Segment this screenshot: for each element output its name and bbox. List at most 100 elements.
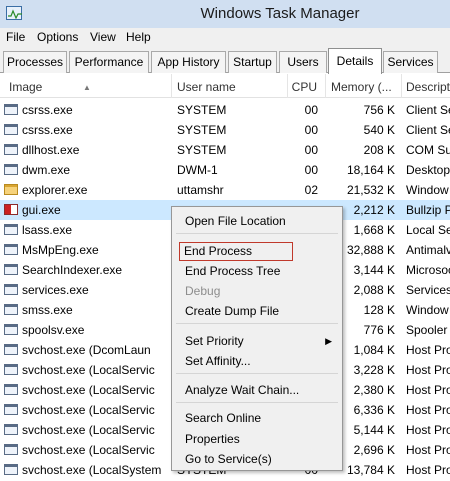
cell-image: svchost.exe (LocalSystem [4,460,171,480]
gui-app-icon [4,204,18,215]
context-menu: Open File Location End Process End Process… [171,206,343,471]
submenu-arrow-icon: ▶ [325,336,332,346]
menu-item-label: Set Affinity... [185,354,251,368]
table-row[interactable]: csrss.exe SYSTEM 00 756 K Client Se [0,100,450,120]
cell-image: svchost.exe (LocalServic [4,420,171,440]
menu-item-label: Analyze Wait Chain... [185,383,300,397]
cell-user-name: SYSTEM [177,103,227,117]
cell-description: Host Pro [406,383,450,397]
process-icon [4,404,18,415]
menu-search-online[interactable]: Search Online [174,409,340,428]
menu-properties[interactable]: Properties [174,430,340,449]
process-name: svchost.exe (LocalServic [22,443,155,457]
process-icon [4,244,18,255]
menu-end-process[interactable]: End Process [179,242,293,261]
column-header-description[interactable]: Descript [402,74,450,98]
process-name: csrss.exe [22,123,73,137]
menu-options[interactable]: Options [37,30,78,44]
menu-separator [176,233,338,234]
cell-description: Host Pro [406,463,450,477]
tab-users[interactable]: Users [279,51,327,73]
process-icon [4,324,18,335]
process-name: gui.exe [22,203,61,217]
cell-description: Services [406,283,450,297]
column-header-row: ▲ Image User name CPU Memory (... Descri… [0,74,450,98]
column-header-image[interactable]: ▲ Image [0,74,172,98]
column-header-user-name[interactable]: User name [172,74,288,98]
cell-memory: 540 K [363,123,395,137]
cell-memory: 18,164 K [346,163,395,177]
menu-open-file-location[interactable]: Open File Location [174,212,340,231]
menu-item-label: Open File Location [185,214,286,228]
menu-file[interactable]: File [6,30,25,44]
menu-item-label: Create Dump File [185,304,280,318]
cell-description: Host Pro [406,363,450,377]
cell-image: csrss.exe [4,120,171,140]
window-title: Windows Task Manager [200,5,360,22]
menu-item-label: End Process [184,244,253,258]
process-icon [4,344,18,355]
table-row[interactable]: explorer.exe uttamshr 02 21,532 K Window [0,180,450,200]
process-name: csrss.exe [22,103,73,117]
process-icon [4,364,18,375]
process-name: lsass.exe [22,223,73,237]
column-header-memory[interactable]: Memory (... [326,74,402,98]
process-name: svchost.exe (LocalServic [22,363,155,377]
tab-services[interactable]: Services [383,51,438,73]
menu-set-affinity[interactable]: Set Affinity... [174,352,340,371]
cell-image: gui.exe [4,200,171,220]
cell-image: lsass.exe [4,220,171,240]
tab-performance[interactable]: Performance [69,51,149,73]
menu-go-to-services[interactable]: Go to Service(s) [174,450,340,469]
process-name: SearchIndexer.exe [22,263,123,277]
menu-separator [176,323,338,324]
table-row[interactable]: dllhost.exe SYSTEM 00 208 K COM Sur [0,140,450,160]
menu-set-priority[interactable]: Set Priority ▶ [174,332,340,351]
process-icon [4,464,18,475]
process-icon [4,224,18,235]
cell-description: COM Sur [406,143,450,157]
cell-description: Window [406,183,449,197]
tab-app-history[interactable]: App History [151,51,226,73]
process-icon [4,284,18,295]
table-row[interactable]: dwm.exe DWM-1 00 18,164 K Desktop [0,160,450,180]
explorer-folder-icon [4,184,18,195]
menu-bar: File Options View Help [0,28,450,47]
cell-description: Host Pro [406,403,450,417]
column-header-cpu[interactable]: CPU [288,74,326,98]
cell-user-name: DWM-1 [177,163,218,177]
menu-view[interactable]: View [90,30,116,44]
cell-image: csrss.exe [4,100,171,120]
process-name: svchost.exe (LocalSystem [22,463,162,477]
cell-description: Desktop [406,163,450,177]
menu-analyze-wait-chain[interactable]: Analyze Wait Chain... [174,381,340,400]
tab-strip: Processes Performance App History Startu… [0,47,450,74]
process-icon [4,164,18,175]
cell-cpu: 02 [304,183,318,197]
cell-description: Host Pro [406,443,450,457]
tab-processes[interactable]: Processes [3,51,67,73]
tab-startup[interactable]: Startup [228,51,277,73]
menu-item-label: Set Priority [185,334,244,348]
table-row[interactable]: csrss.exe SYSTEM 00 540 K Client Se [0,120,450,140]
cell-cpu: 00 [304,103,318,117]
process-icon [4,304,18,315]
tab-details[interactable]: Details [328,48,382,74]
cell-image: svchost.exe (LocalServic [4,400,171,420]
menu-create-dump-file[interactable]: Create Dump File [174,302,340,321]
menu-separator [176,373,338,374]
cell-description: Spooler [406,323,448,337]
menu-item-label: Go to Service(s) [185,452,272,466]
cell-image: spoolsv.exe [4,320,171,340]
cell-image: svchost.exe (LocalServic [4,440,171,460]
menu-end-process-tree[interactable]: End Process Tree [174,262,340,281]
process-name: MsMpEng.exe [22,243,99,257]
cell-image: svchost.exe (DcomLaun [4,340,171,360]
column-header-image-label: Image [9,80,43,94]
menu-help[interactable]: Help [126,30,151,44]
cell-description: Bullzip P [406,203,450,217]
process-icon [4,424,18,435]
cell-image: dllhost.exe [4,140,171,160]
cell-memory: 21,532 K [346,183,395,197]
process-name: dllhost.exe [22,143,80,157]
